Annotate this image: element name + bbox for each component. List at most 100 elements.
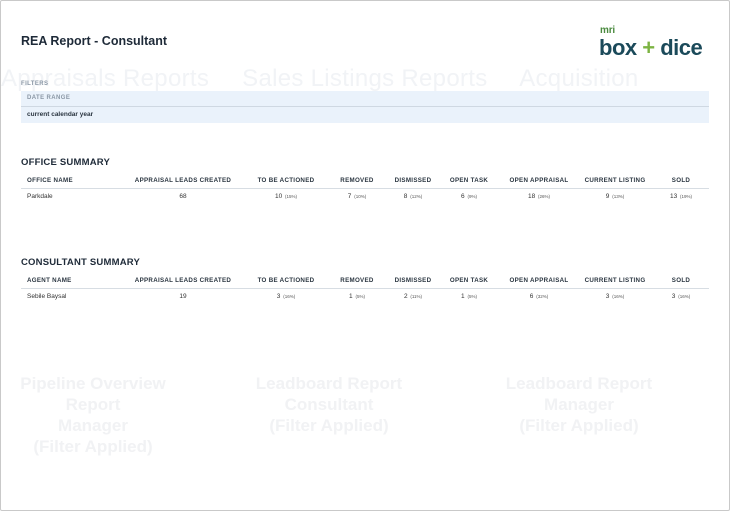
watermark-line: Pipeline Overview Report	[20, 374, 166, 414]
watermark-line: (Filter Applied)	[519, 416, 639, 435]
column-header: APPRAISAL LEADS CREATED	[119, 173, 247, 189]
office-summary-title: OFFICE SUMMARY	[21, 157, 111, 168]
percent: (19%)	[680, 194, 693, 199]
date-range-value: current calendar year	[27, 111, 94, 118]
dismissed-cell: 2 (11%)	[389, 289, 437, 305]
percent: (12%)	[410, 194, 423, 199]
logo-plus: +	[642, 35, 655, 60]
background-watermark: Appraisals Reports Sales Listings Report…	[1, 1, 729, 510]
open-appraisal-cell: 18 (26%)	[501, 189, 577, 205]
value: 3	[276, 293, 281, 300]
office-summary-table: OFFICE NAME APPRAISAL LEADS CREATED TO B…	[21, 173, 709, 204]
column-header: SOLD	[653, 173, 709, 189]
leads-cell: 19	[179, 293, 187, 300]
value: 9	[605, 193, 610, 200]
watermark-line: Manager	[58, 416, 128, 435]
open-task-cell: 1 (5%)	[437, 289, 501, 305]
column-header: TO BE ACTIONED	[247, 273, 325, 289]
value: 6	[461, 193, 465, 200]
report-title: REA Report - Consultant	[21, 34, 168, 48]
column-header: OPEN TASK	[437, 273, 501, 289]
logo-dice: dice	[660, 35, 703, 60]
column-header: SOLD	[653, 273, 709, 289]
watermark-line: Consultant	[284, 395, 374, 414]
consultant-summary-section: CONSULTANT SUMMARY AGENT NAME APPRAISAL …	[21, 257, 709, 304]
watermark-block: Pipeline Overview Report Manager (Filter…	[1, 373, 193, 457]
consultant-summary-table: AGENT NAME APPRAISAL LEADS CREATED TO BE…	[21, 273, 709, 304]
table-header-row: OFFICE NAME APPRAISAL LEADS CREATED TO B…	[21, 173, 709, 189]
percent: (11%)	[410, 294, 423, 299]
filters-label: FILTERS	[21, 81, 49, 87]
dismissed-cell: 8 (12%)	[389, 189, 437, 205]
column-header: CURRENT LISTING	[577, 273, 653, 289]
value: 7	[347, 193, 352, 200]
percent: (16%)	[678, 294, 691, 299]
to-be-actioned-cell: 10 (15%)	[247, 189, 325, 205]
value: 2	[403, 293, 408, 300]
filters-panel: FILTERS DATE RANGE current calendar year	[21, 81, 709, 123]
office-summary-section: OFFICE SUMMARY OFFICE NAME APPRAISAL LEA…	[21, 157, 709, 204]
column-header: AGENT NAME	[21, 273, 119, 289]
watermark-block: Leadboard Report Manager (Filter Applied…	[479, 373, 679, 436]
percent: (5%)	[355, 294, 365, 299]
percent: (5%)	[467, 294, 477, 299]
watermark-line: Leadboard Report	[505, 374, 653, 393]
value: 1	[349, 293, 353, 300]
percent: (10%)	[354, 194, 367, 199]
to-be-actioned-cell: 3 (16%)	[247, 289, 325, 305]
column-header: DISMISSED	[389, 273, 437, 289]
open-appraisal-cell: 6 (32%)	[501, 289, 577, 305]
watermark-block: Leadboard Report Consultant (Filter Appl…	[229, 373, 429, 436]
column-header: APPRAISAL LEADS CREATED	[119, 273, 247, 289]
value: 3	[671, 293, 676, 300]
date-range-label: DATE RANGE	[21, 91, 709, 107]
value: 8	[403, 193, 408, 200]
report-page: Appraisals Reports Sales Listings Report…	[0, 0, 730, 511]
table-row: Parkdale 68 10 (15%) 7 (10%) 8 (12%) 6 (…	[21, 189, 709, 205]
report-header: REA Report - Consultant	[21, 34, 167, 48]
watermark-line: (Filter Applied)	[269, 416, 389, 435]
watermark-line: Leadboard Report	[255, 374, 403, 393]
logo-wordmark: box + dice	[599, 35, 703, 61]
current-listing-cell: 3 (16%)	[577, 289, 653, 305]
office-name-cell: Parkdale	[27, 193, 53, 200]
box-and-dice-logo: mri box + dice	[599, 25, 711, 65]
column-header: DISMISSED	[389, 173, 437, 189]
column-header: TO BE ACTIONED	[247, 173, 325, 189]
value: 1	[461, 293, 465, 300]
percent: (16%)	[612, 294, 625, 299]
table-row: Sebile Baysal 19 3 (16%) 1 (5%) 2 (11%) …	[21, 289, 709, 305]
column-header: OPEN TASK	[437, 173, 501, 189]
column-header: REMOVED	[325, 173, 389, 189]
value: 18	[527, 193, 536, 200]
watermark-line: (Filter Applied)	[33, 437, 153, 456]
percent: (32%)	[536, 294, 549, 299]
date-range-filter: DATE RANGE current calendar year	[21, 91, 709, 123]
value: 13	[669, 193, 678, 200]
sold-cell: 13 (19%)	[653, 189, 709, 205]
column-header: REMOVED	[325, 273, 389, 289]
consultant-summary-title: CONSULTANT SUMMARY	[21, 257, 140, 268]
agent-name-cell: Sebile Baysal	[27, 293, 67, 300]
table-header-row: AGENT NAME APPRAISAL LEADS CREATED TO BE…	[21, 273, 709, 289]
sold-cell: 3 (16%)	[653, 289, 709, 305]
leads-cell: 68	[179, 193, 187, 200]
logo-box: box	[599, 35, 637, 60]
value: 6	[529, 293, 534, 300]
column-header: OFFICE NAME	[21, 173, 119, 189]
column-header: CURRENT LISTING	[577, 173, 653, 189]
column-header: OPEN APPRAISAL	[501, 273, 577, 289]
percent: (26%)	[538, 194, 551, 199]
percent: (15%)	[285, 194, 298, 199]
percent: (9%)	[467, 194, 477, 199]
removed-cell: 1 (5%)	[325, 289, 389, 305]
value: 3	[605, 293, 610, 300]
watermark-line: Manager	[544, 395, 614, 414]
percent: (13%)	[612, 194, 625, 199]
open-task-cell: 6 (9%)	[437, 189, 501, 205]
column-header: OPEN APPRAISAL	[501, 173, 577, 189]
removed-cell: 7 (10%)	[325, 189, 389, 205]
value: 10	[274, 193, 283, 200]
current-listing-cell: 9 (13%)	[577, 189, 653, 205]
percent: (16%)	[283, 294, 296, 299]
